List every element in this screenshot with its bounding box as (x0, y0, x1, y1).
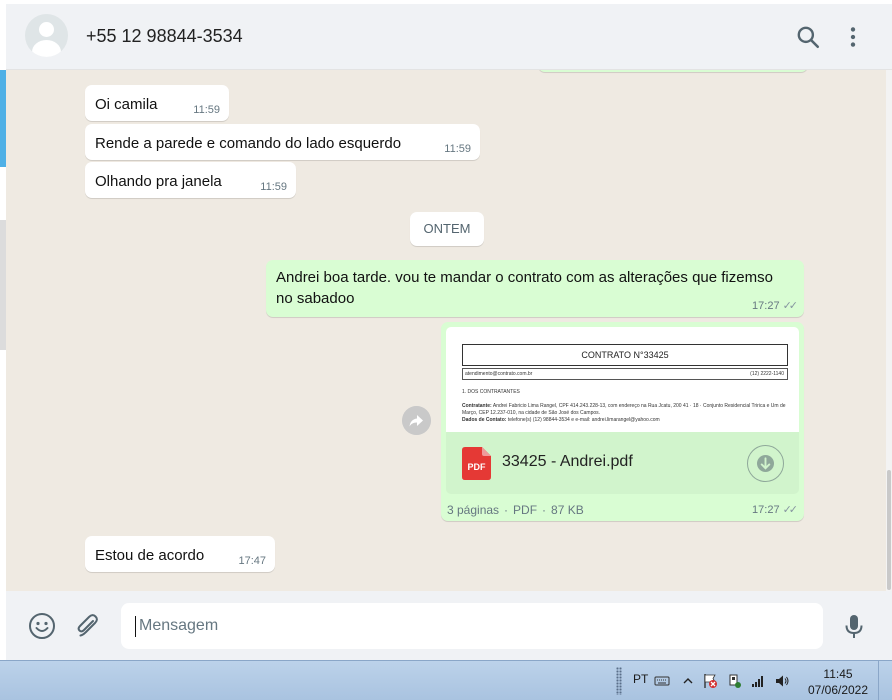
preview-email: atendimento@contrato.com.br (465, 371, 533, 377)
message-text: Andrei boa tarde. vou te mandar o contra… (276, 267, 773, 309)
preview-section: 1. DOS CONTRATANTES (462, 389, 520, 395)
document-message[interactable]: CONTRATO N°33425 atendimento@contrato.co… (441, 322, 804, 521)
clock-date[interactable]: 07/06/2022 (804, 683, 872, 697)
message-time: 17:27 ✓✓ (752, 299, 799, 312)
message-input[interactable] (121, 603, 823, 649)
emoji-icon[interactable] (28, 612, 56, 640)
document-type: PDF (513, 503, 538, 517)
text-caret (135, 616, 136, 637)
avatar-body (32, 40, 61, 57)
document-file-row[interactable]: PDF 33425 - Andrei.pdf (446, 432, 799, 494)
pdf-badge: PDF (468, 462, 487, 472)
incoming-message[interactable]: Estou de acordo 17:47 (85, 536, 275, 572)
preview-title: CONTRATO N°33425 (462, 344, 788, 366)
volume-icon[interactable] (774, 673, 790, 689)
message-time: 17:27 ✓✓ (752, 503, 799, 516)
document-preview[interactable]: CONTRATO N°33425 atendimento@contrato.co… (446, 327, 799, 432)
incoming-message[interactable]: Olhando pra janela 11:59 (85, 162, 296, 198)
preview-text: telefone(s) (12) 98844-3534 e e-mail: an… (507, 417, 660, 423)
scrollbar-thumb[interactable] (887, 470, 891, 590)
download-icon[interactable] (747, 445, 784, 482)
clock-time[interactable]: 11:45 (804, 666, 872, 682)
language-indicator[interactable]: PT (633, 672, 648, 686)
network-signal-icon[interactable] (750, 673, 766, 689)
attach-icon[interactable] (73, 612, 101, 640)
mic-icon[interactable] (840, 612, 868, 640)
menu-dots-icon[interactable] (840, 24, 866, 50)
contact-name[interactable]: +55 12 98844-3534 (86, 26, 243, 47)
preview-bold: Dados de Contato: (462, 417, 507, 423)
read-ticks-icon: ✓✓ (782, 300, 799, 312)
taskbar-grip[interactable] (616, 667, 622, 695)
read-ticks-icon: ✓✓ (782, 504, 799, 516)
safely-remove-hardware-icon[interactable] (726, 673, 742, 689)
keyboard-icon[interactable] (654, 673, 670, 689)
previous-message-edge (538, 70, 808, 72)
message-text: Estou de acordo (95, 547, 205, 564)
document-pages: 3 páginas (447, 503, 500, 517)
document-size: 87 KB (551, 503, 584, 517)
avatar-head (39, 22, 54, 37)
day-separator: ONTEM (410, 212, 484, 246)
document-file-name: 33425 - Andrei.pdf (502, 453, 633, 470)
message-text: Oi camila (95, 96, 158, 113)
search-icon[interactable] (795, 24, 821, 50)
message-text: Rende a parede e comando do lado esquerd… (95, 135, 402, 152)
chat-header: +55 12 98844-3534 (6, 4, 892, 70)
message-line: no sabadoo (276, 290, 355, 307)
preview-contact-line: atendimento@contrato.com.br (12) 2222-11… (462, 368, 788, 380)
forward-icon[interactable] (402, 406, 431, 435)
preview-phone: (12) 2222-1140 (750, 371, 784, 377)
chat-scrollbar[interactable] (886, 70, 892, 591)
message-time: 17:47 (238, 555, 266, 567)
preview-text: Andrei Fabricio Lima Rangel, CPF 414.243… (462, 403, 786, 416)
message-time: 11:59 (260, 181, 287, 193)
message-time-value: 17:27 (752, 300, 780, 312)
contact-avatar[interactable] (25, 14, 68, 57)
action-center-flag-icon[interactable] (702, 673, 718, 689)
preview-paragraph: Contratante: Andrei Fabricio Lima Rangel… (462, 403, 788, 424)
whatsapp-window: +55 12 98844-3534 Oi camila 11:59 Rende … (0, 0, 892, 660)
outgoing-message[interactable]: Andrei boa tarde. vou te mandar o contra… (266, 260, 804, 317)
incoming-message[interactable]: Oi camila 11:59 (85, 85, 229, 121)
preview-bold: Contratante: (462, 403, 492, 409)
show-desktop-button[interactable] (878, 661, 892, 700)
message-text: Olhando pra janela (95, 173, 222, 190)
message-time: 11:59 (444, 143, 471, 155)
show-hidden-icons-icon[interactable] (680, 673, 696, 689)
message-time-value: 17:27 (752, 504, 780, 516)
message-line: Andrei boa tarde. vou te mandar o contra… (276, 269, 773, 286)
message-time: 11:59 (193, 104, 220, 116)
message-list[interactable]: Oi camila 11:59 Rende a parede e comando… (6, 70, 886, 591)
incoming-message[interactable]: Rende a parede e comando do lado esquerd… (85, 124, 480, 160)
document-meta: 3 páginas · PDF · 87 KB (447, 503, 584, 517)
compose-bar (6, 591, 892, 660)
windows-taskbar: PT 11:45 07/06/2022 (0, 660, 892, 700)
pdf-file-icon: PDF (462, 447, 491, 480)
